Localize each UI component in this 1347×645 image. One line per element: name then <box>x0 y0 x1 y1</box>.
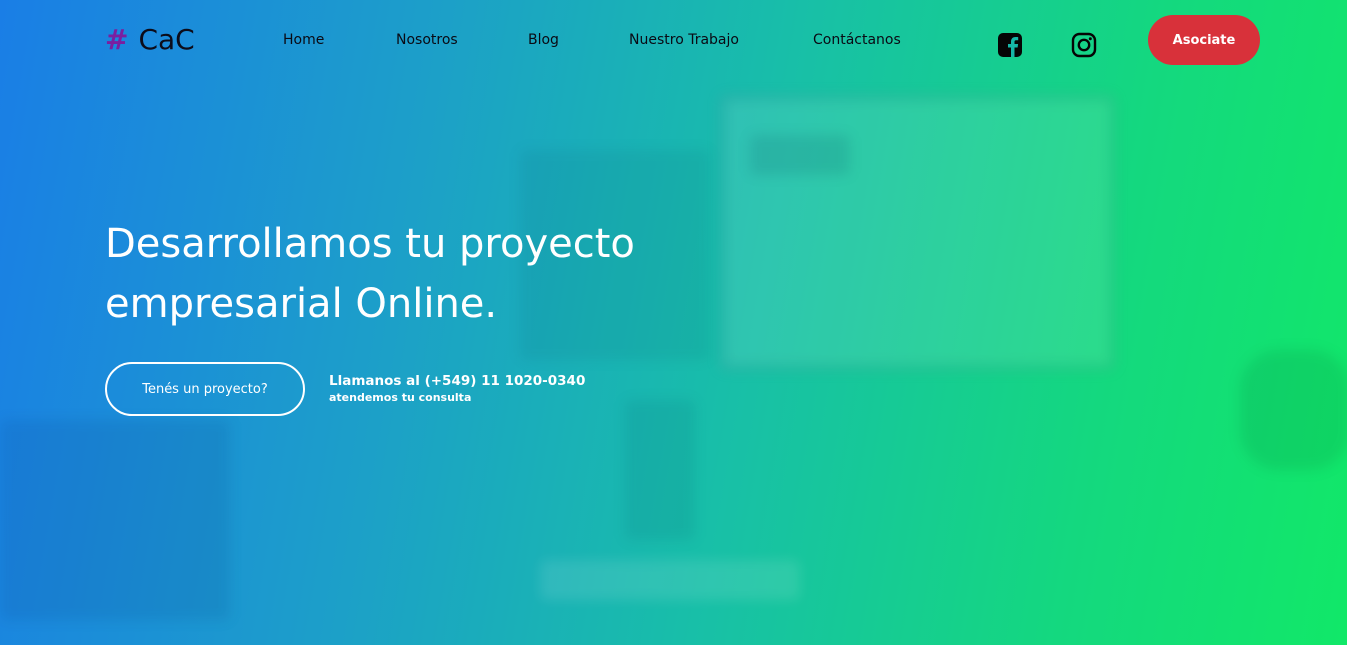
background-block-shape <box>750 135 850 175</box>
logo-hash-symbol: # <box>105 23 129 56</box>
background-keyboard-shape <box>540 560 800 600</box>
nav-link-home[interactable]: Home <box>283 30 324 50</box>
nav-link-blog[interactable]: Blog <box>528 30 559 50</box>
instagram-icon[interactable] <box>1070 31 1098 59</box>
site-logo[interactable]: # CaC <box>105 22 195 58</box>
nav-link-nosotros[interactable]: Nosotros <box>396 30 458 50</box>
hero-title: Desarrollamos tu proyecto empresarial On… <box>105 214 725 334</box>
background-plant-shape <box>1240 350 1347 470</box>
hero-title-line-2: empresarial Online. <box>105 281 498 327</box>
nav-link-contactanos[interactable]: Contáctanos <box>813 30 901 50</box>
logo-text: CaC <box>138 23 195 56</box>
background-left-shape <box>0 420 230 620</box>
site-header: # CaC Home Nosotros Blog Nuestro Trabajo… <box>0 0 1347 80</box>
nav-link-nuestro-trabajo[interactable]: Nuestro Trabajo <box>629 30 739 50</box>
asociate-button[interactable]: Asociate <box>1148 15 1260 65</box>
hero-title-line-1: Desarrollamos tu proyecto <box>105 221 635 267</box>
background-stand-shape <box>625 400 695 540</box>
project-button[interactable]: Tenés un proyecto? <box>105 362 305 416</box>
contact-subtext: atendemos tu consulta <box>329 391 472 404</box>
contact-phone[interactable]: Llamanos al (+549) 11 1020-0340 <box>329 372 585 390</box>
facebook-icon[interactable] <box>996 31 1024 59</box>
contact-info: Llamanos al (+549) 11 1020-0340 atendemo… <box>329 372 585 406</box>
